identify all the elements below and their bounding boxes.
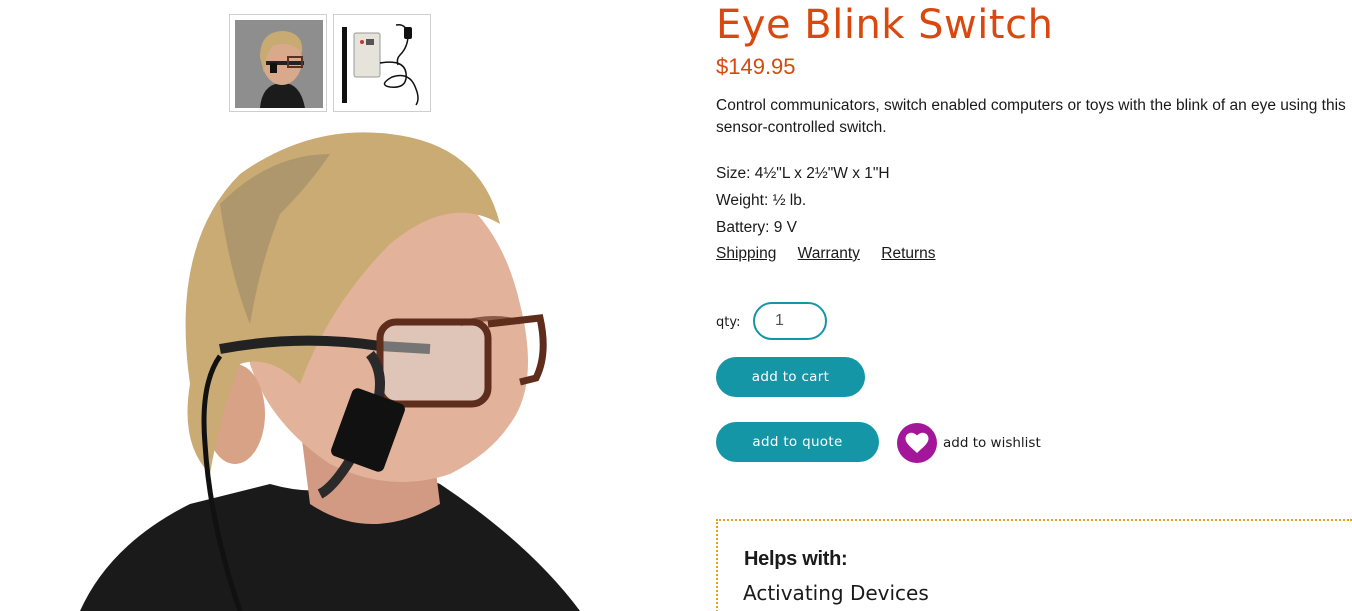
product-description: Control communicators, switch enabled co… <box>716 97 1346 136</box>
heart-icon <box>897 423 937 463</box>
wishlist-label: add to wishlist <box>943 435 1041 451</box>
product-price: $149.95 <box>716 54 796 79</box>
thumbnail-person-image <box>235 20 323 108</box>
spec-weight: Weight: ½ lb. <box>716 192 807 209</box>
policy-links: Shipping Warranty Returns <box>716 245 953 263</box>
helps-with-title: Helps with: <box>744 548 848 570</box>
main-product-photo[interactable] <box>70 124 610 611</box>
add-to-quote-button[interactable]: add to quote <box>716 422 879 462</box>
shipping-link[interactable]: Shipping <box>716 245 776 262</box>
product-page: Eye Blink Switch $149.95 Control communi… <box>0 0 1352 611</box>
qty-input[interactable] <box>753 302 827 340</box>
thumbnail-person[interactable] <box>229 14 327 112</box>
add-to-cart-button[interactable]: add to cart <box>716 357 865 397</box>
warranty-link[interactable]: Warranty <box>798 245 860 262</box>
thumbnail-device-image <box>334 15 430 111</box>
add-to-wishlist-button[interactable]: add to wishlist <box>897 423 1041 463</box>
qty-label: qty: <box>716 315 741 330</box>
helps-with-item: Activating Devices <box>743 581 929 605</box>
helps-with-box: Helps with: Activating Devices <box>716 519 1352 611</box>
returns-link[interactable]: Returns <box>881 245 935 262</box>
spec-size: Size: 4½"L x 2½"W x 1"H <box>716 165 890 182</box>
thumbnail-device[interactable] <box>333 14 431 112</box>
product-photo-image <box>80 132 580 611</box>
product-title: Eye Blink Switch <box>716 2 1054 48</box>
spec-battery: Battery: 9 V <box>716 219 797 236</box>
